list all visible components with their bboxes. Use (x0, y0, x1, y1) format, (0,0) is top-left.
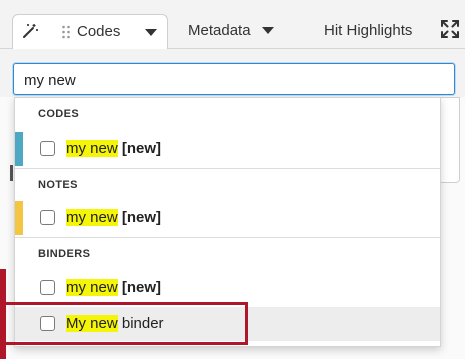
chevron-down-icon[interactable] (145, 29, 157, 36)
dropdown-item-note-new[interactable]: my new [new] (15, 201, 440, 235)
tab-hit-highlights[interactable]: Hit Highlights (324, 22, 412, 39)
tab-bar: Codes Metadata Hit Highlights (0, 0, 465, 49)
tab-codes[interactable]: Codes (12, 14, 168, 49)
tab-metadata-label: Metadata (188, 22, 251, 39)
search-input[interactable] (22, 68, 446, 92)
item-label: my new [new] (66, 140, 161, 157)
match-highlight: my new (66, 209, 118, 226)
chevron-down-icon[interactable] (262, 27, 274, 34)
match-highlight: my new (66, 140, 118, 157)
tab-codes-label: Codes (77, 23, 121, 40)
note-color-bar (15, 201, 23, 235)
section-header-binders-label: BINDERS (38, 248, 91, 260)
item-label: my new [new] (66, 279, 161, 296)
checkbox[interactable] (40, 141, 55, 156)
section-header-codes-label: CODES (38, 108, 80, 120)
expand-icon[interactable] (441, 20, 459, 38)
magic-wand-icon[interactable] (21, 22, 39, 40)
checkbox[interactable] (40, 210, 55, 225)
match-highlight: my new (66, 279, 118, 296)
section-header-notes: NOTES (15, 169, 440, 197)
section-header-notes-label: NOTES (38, 179, 78, 191)
dropdown-item-binder-new[interactable]: my new [new] (15, 271, 440, 305)
code-color-bar (15, 132, 23, 166)
section-header-binders: BINDERS (15, 238, 440, 266)
section-header-codes: CODES (15, 98, 440, 126)
item-label: my new [new] (66, 209, 161, 226)
drag-handle-icon[interactable] (61, 24, 71, 40)
new-tag: [new] (117, 209, 162, 226)
tab-metadata[interactable]: Metadata (188, 22, 274, 42)
new-tag: [new] (117, 140, 162, 157)
dropdown-item-code-new[interactable]: my new [new] (15, 132, 440, 166)
background-marker (10, 165, 13, 181)
new-tag: [new] (117, 279, 162, 296)
annotation-highlight-box (2, 302, 248, 345)
checkbox[interactable] (40, 280, 55, 295)
background-panel-edge (441, 97, 460, 183)
search-field[interactable] (13, 63, 455, 95)
